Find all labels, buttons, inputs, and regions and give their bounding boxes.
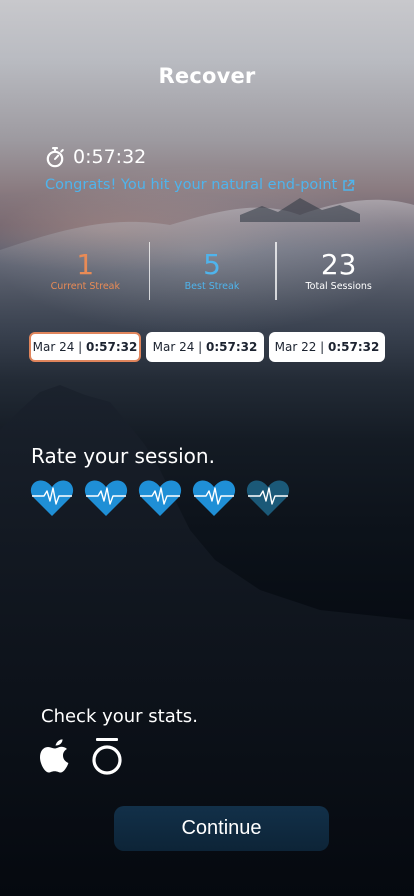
apple-health-icon[interactable] [38,738,72,774]
current-streak-label: Current Streak [50,281,120,292]
end-point-link[interactable]: Congrats! You hit your natural end-point [45,177,355,193]
heart-rating-icon[interactable] [245,478,291,518]
external-link-icon [343,179,355,191]
total-sessions-value: 23 [320,248,357,281]
history-separator: | [74,340,87,354]
session-history: Mar 24 | 0:57:32 Mar 24 | 0:57:32 Mar 22… [29,332,389,366]
rating-title: Rate your session. [31,444,215,468]
end-point-message: Congrats! You hit your natural end-point [45,177,338,193]
total-sessions-label: Total Sessions [305,281,372,292]
history-chip[interactable]: Mar 24 | 0:57:32 [29,332,141,362]
history-date: Mar 24 [152,340,195,354]
history-date: Mar 22 [274,340,317,354]
stat-total-sessions: 23 Total Sessions [275,240,402,302]
history-separator: | [316,340,329,354]
heart-rating-icon[interactable] [137,478,183,518]
best-streak-value: 5 [203,248,221,281]
current-streak-value: 1 [76,248,95,281]
continue-button[interactable]: Continue [114,806,329,851]
page-title: Recover [158,64,256,88]
history-duration: 0:57:32 [328,340,380,354]
stats-title: Check your stats. [41,706,198,727]
stats-apps [38,736,124,776]
session-rating [29,478,291,518]
history-chip[interactable]: Mar 24 | 0:57:32 [146,332,264,362]
session-duration: 0:57:32 [73,146,147,168]
stat-current-streak: 1 Current Streak [22,240,149,302]
best-streak-label: Best Streak [184,281,240,292]
history-chip[interactable]: Mar 22 | 0:57:32 [269,332,385,362]
history-separator: | [194,340,207,354]
session-timer: 0:57:32 [45,143,146,171]
stats-summary: 1 Current Streak 5 Best Streak 23 Total … [22,240,402,302]
oura-ring-icon[interactable] [90,736,124,776]
heart-rating-icon[interactable] [29,478,75,518]
stopwatch-icon [46,147,64,168]
stat-best-streak: 5 Best Streak [148,240,276,302]
history-date: Mar 24 [32,340,75,354]
heart-rating-icon[interactable] [191,478,237,518]
history-duration: 0:57:32 [86,340,138,354]
heart-rating-icon[interactable] [83,478,129,518]
history-duration: 0:57:32 [206,340,258,354]
